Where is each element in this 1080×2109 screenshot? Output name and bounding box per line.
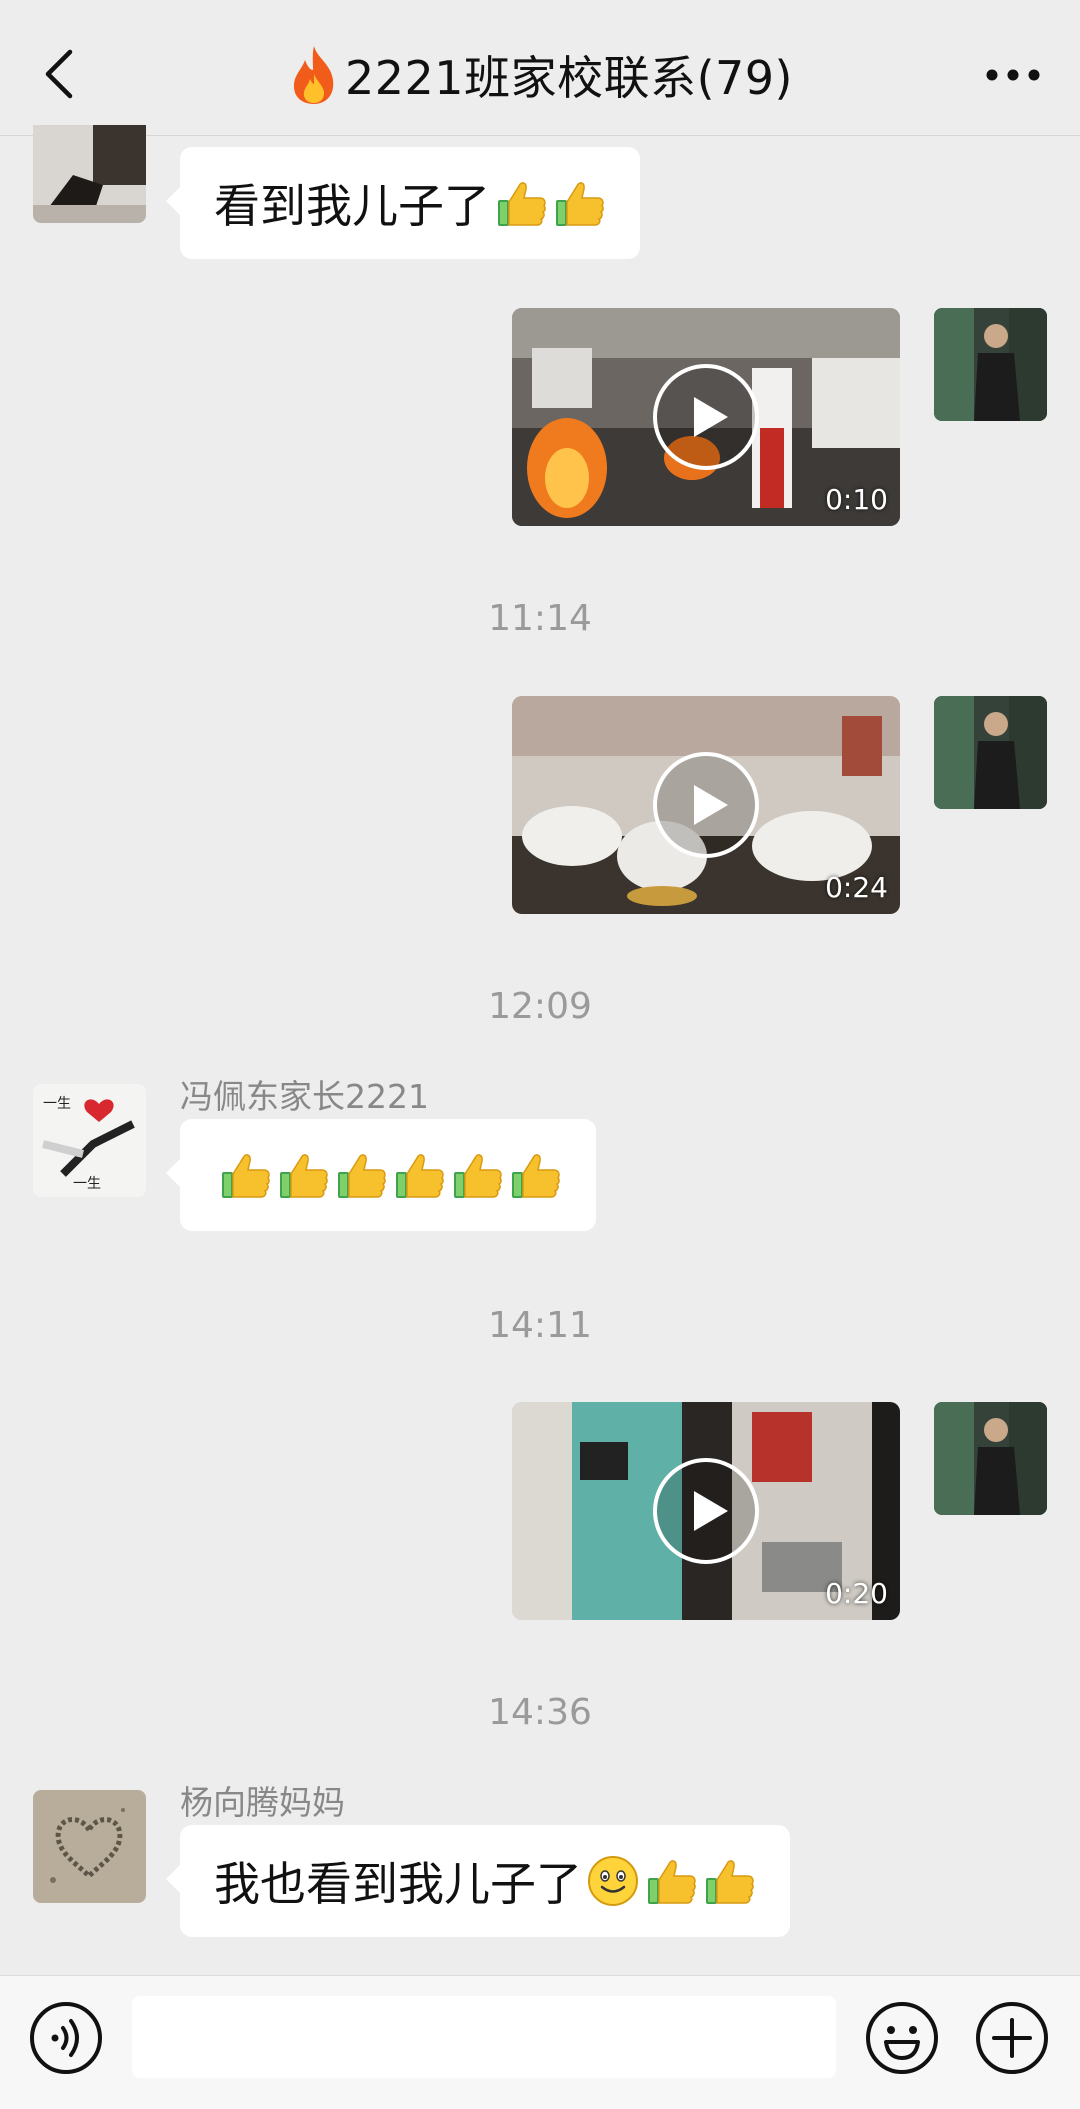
svg-text:一生: 一生 (73, 1176, 101, 1192)
video-duration: 0:24 (825, 871, 888, 904)
message-bubble[interactable]: 我也看到我儿子了 (166, 1825, 790, 1937)
timestamp: 12:09 (488, 986, 592, 1027)
message-input[interactable] (132, 1996, 836, 2078)
self-avatar[interactable] (934, 1402, 1047, 1515)
play-icon[interactable] (652, 363, 760, 471)
chat-header: 2221班家校联系(79) (0, 0, 1080, 136)
thumbs-up-icon (494, 176, 548, 230)
play-icon[interactable] (652, 1457, 760, 1565)
thumbs-up-icon (450, 1148, 504, 1202)
timestamp: 14:11 (488, 1305, 592, 1346)
video-duration: 0:20 (825, 1577, 888, 1610)
smiley-icon (586, 1854, 640, 1908)
video-duration: 0:10 (825, 483, 888, 516)
avatar[interactable] (33, 125, 146, 223)
thumbs-up-icon (702, 1854, 756, 1908)
avatar[interactable]: 一生 一生 (33, 1084, 146, 1197)
sender-name: 杨向腾妈妈 (180, 1783, 345, 1822)
voice-icon[interactable] (28, 2000, 104, 2076)
plus-icon[interactable] (974, 2000, 1050, 2076)
avatar[interactable] (33, 1790, 146, 1903)
thumbs-up-icon (334, 1148, 388, 1202)
thumbs-up-icon (392, 1148, 446, 1202)
video-message[interactable]: 0:24 (512, 696, 900, 914)
more-dots-icon[interactable] (984, 58, 1042, 92)
self-avatar[interactable] (934, 696, 1047, 809)
input-bar (0, 1975, 1080, 2109)
message-text: 看到我儿子了 (214, 179, 490, 233)
self-avatar[interactable] (934, 308, 1047, 421)
timestamp: 11:14 (488, 598, 592, 639)
emoji-icon[interactable] (864, 2000, 940, 2076)
thumbs-up-icon (552, 176, 606, 230)
svg-text:一生: 一生 (43, 1096, 71, 1112)
thumbs-up-icon (508, 1148, 562, 1202)
chat-title-wrap: 2221班家校联系(79) (0, 40, 1080, 110)
message-bubble[interactable]: 看到我儿子了 (166, 147, 640, 259)
thumbs-up-icon (644, 1854, 698, 1908)
play-icon[interactable] (652, 751, 760, 859)
thumbs-up-icon (218, 1148, 272, 1202)
message-bubble[interactable] (166, 1119, 596, 1231)
message-text: 我也看到我儿子了 (214, 1857, 582, 1911)
chat-title: 2221班家校联系(79) (345, 51, 793, 105)
sender-name: 冯佩东家长2221 (180, 1077, 429, 1116)
video-message[interactable]: 0:10 (512, 308, 900, 526)
video-message[interactable]: 0:20 (512, 1402, 900, 1620)
thumbs-up-icon (276, 1148, 330, 1202)
fire-icon (293, 46, 334, 104)
timestamp: 14:36 (488, 1692, 592, 1733)
